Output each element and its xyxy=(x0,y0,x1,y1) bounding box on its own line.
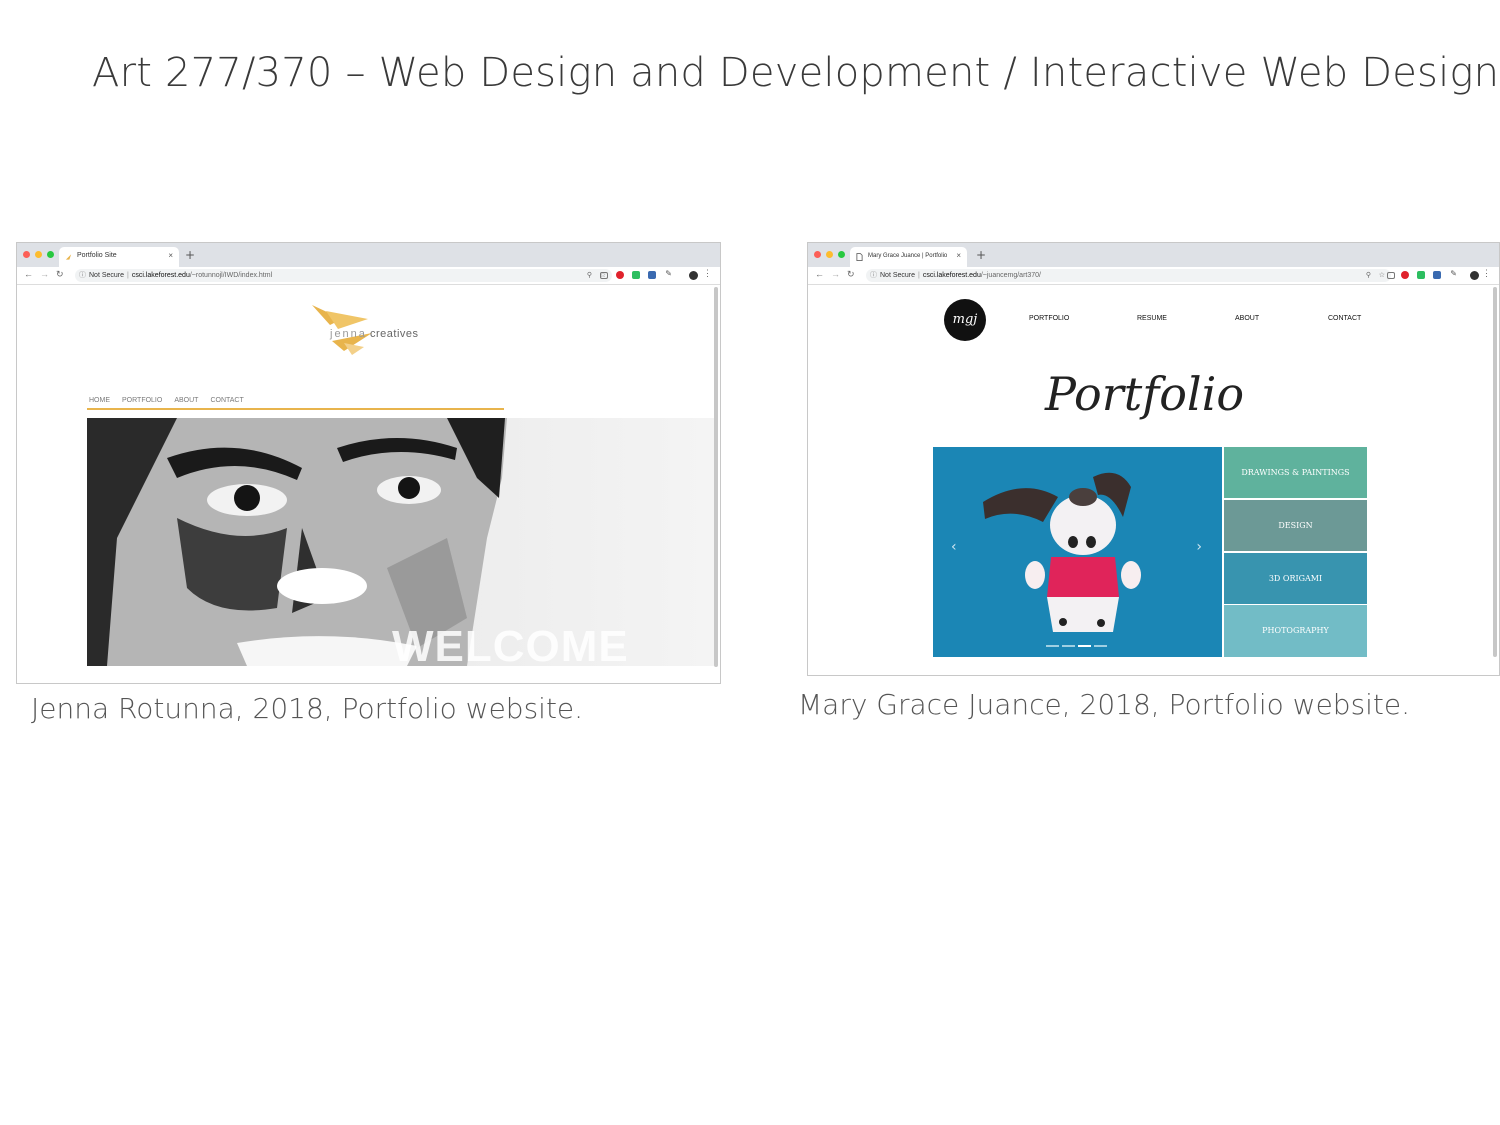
security-label: Not Secure xyxy=(880,272,916,279)
jenna-logo: jenna creatives xyxy=(312,303,422,363)
hero-welcome-text: WELCOME xyxy=(392,622,629,666)
logo-text-light: jenna xyxy=(330,328,367,340)
minimize-dot[interactable] xyxy=(826,251,833,258)
page-viewport: jenna creatives HOME PORTFOLIO ABOUT CON… xyxy=(17,285,720,683)
screenshot-mary-browser: Mary Grace Juance | Portfolio × + ← → ↻ … xyxy=(807,242,1500,676)
carousel-prev-icon[interactable]: ‹ xyxy=(951,539,957,555)
nav-about[interactable]: ABOUT xyxy=(1235,315,1259,322)
menu-icon[interactable]: ⋮ xyxy=(1482,268,1491,279)
browser-tab[interactable]: Portfolio Site × xyxy=(59,247,179,267)
opera-icon[interactable] xyxy=(616,271,624,279)
carousel-indicators xyxy=(1046,645,1107,647)
evernote-icon[interactable] xyxy=(632,271,640,279)
tab-close-icon[interactable]: × xyxy=(168,251,173,260)
security-label: Not Secure xyxy=(89,272,125,279)
nav-contact[interactable]: CONTACT xyxy=(1328,315,1361,322)
browser-tab[interactable]: Mary Grace Juance | Portfolio × xyxy=(850,247,967,267)
window-controls xyxy=(814,251,845,258)
url-host: csci.lakeforest.edu xyxy=(131,272,190,279)
address-bar[interactable]: ⓘ Not Secure | csci.lakeforest.edu/~juance… xyxy=(866,269,1391,282)
tile-drawings-paintings[interactable]: DRAWINGS & PAINTINGS xyxy=(1224,447,1367,498)
profile-icon[interactable] xyxy=(1470,271,1479,280)
tile-photography[interactable]: PHOTOGRAPHY xyxy=(1224,605,1367,657)
cast-icon[interactable] xyxy=(600,272,608,279)
tile-design[interactable]: DESIGN xyxy=(1224,500,1367,551)
forward-icon[interactable]: → xyxy=(831,269,840,279)
eyedropper-icon[interactable]: ✎ xyxy=(1450,269,1457,278)
slide-title: Art 277/370 – Web Design and Development… xyxy=(92,50,1500,96)
back-icon[interactable]: ← xyxy=(24,269,33,279)
bookmark-icon[interactable] xyxy=(648,271,656,279)
eyedropper-icon[interactable]: ✎ xyxy=(665,269,672,278)
back-icon[interactable]: ← xyxy=(815,269,824,279)
carousel-indicator[interactable] xyxy=(1094,645,1107,647)
scrollbar[interactable] xyxy=(714,287,718,667)
caption-right: Mary Grace Juance, 2018, Portfolio websi… xyxy=(798,688,1411,721)
close-dot[interactable] xyxy=(814,251,821,258)
logo-text-bold: creatives xyxy=(369,328,419,340)
nav-portfolio[interactable]: PORTFOLIO xyxy=(122,397,162,404)
url-host: csci.lakeforest.edu xyxy=(922,272,981,279)
reload-icon[interactable]: ↻ xyxy=(847,269,855,280)
browser-toolbar: ← → ↻ ⓘ Not Secure | csci.lakeforest.edu/~… xyxy=(808,267,1499,285)
new-tab-icon[interactable]: + xyxy=(185,248,195,262)
evernote-icon[interactable] xyxy=(1417,271,1425,279)
menu-icon[interactable]: ⋮ xyxy=(703,268,712,279)
tab-close-icon[interactable]: × xyxy=(956,251,961,260)
screenshot-jenna-browser: Portfolio Site × + ← → ↻ ⓘ Not Secure | cs… xyxy=(16,242,721,684)
page-viewport: mgj PORTFOLIO RESUME ABOUT CONTACT Portf… xyxy=(808,285,1499,675)
nav-about[interactable]: ABOUT xyxy=(174,397,198,404)
tile-3d-origami[interactable]: 3D ORIGAMI xyxy=(1224,553,1367,604)
zoom-icon[interactable]: ⚲ xyxy=(587,269,592,282)
cast-icon[interactable] xyxy=(1387,272,1395,279)
jenna-nav: HOME PORTFOLIO ABOUT CONTACT xyxy=(89,397,244,404)
caption-left: Jenna Rotunna, 2018, Portfolio website. xyxy=(31,692,584,725)
carousel-indicator[interactable] xyxy=(1062,645,1075,647)
profile-icon[interactable] xyxy=(689,271,698,280)
tab-bar: Mary Grace Juance | Portfolio × + xyxy=(808,243,1499,267)
browser-toolbar: ← → ↻ ⓘ Not Secure | csci.lakeforest.edu/~… xyxy=(17,267,720,285)
bookmark-icon[interactable] xyxy=(1433,271,1441,279)
forward-icon[interactable]: → xyxy=(40,269,49,279)
tab-title: Portfolio Site xyxy=(77,252,117,259)
url-path: /~juancemg/art370/ xyxy=(980,272,1041,279)
image-carousel[interactable]: ‹ › xyxy=(933,447,1222,657)
zoom-icon[interactable]: ⚲ xyxy=(1366,269,1371,282)
tab-bar: Portfolio Site × + xyxy=(17,243,720,267)
tab-title: Mary Grace Juance | Portfolio xyxy=(868,253,948,259)
info-icon[interactable]: ⓘ xyxy=(870,269,877,282)
close-dot[interactable] xyxy=(23,251,30,258)
favicon-icon xyxy=(65,254,72,260)
nav-contact[interactable]: CONTACT xyxy=(210,397,243,404)
info-icon[interactable]: ⓘ xyxy=(79,269,86,282)
mgj-logo[interactable]: mgj xyxy=(944,299,986,341)
opera-icon[interactable] xyxy=(1401,271,1409,279)
nav-resume[interactable]: RESUME xyxy=(1137,315,1167,322)
portfolio-heading: Portfolio xyxy=(1044,367,1245,421)
nav-underline xyxy=(87,408,504,410)
document-icon xyxy=(856,253,863,261)
maximize-dot[interactable] xyxy=(47,251,54,258)
hero-image: WELCOME xyxy=(87,418,715,666)
maximize-dot[interactable] xyxy=(838,251,845,258)
address-bar[interactable]: ⓘ Not Secure | csci.lakeforest.edu/~rotunn… xyxy=(75,269,612,282)
window-controls xyxy=(23,251,54,258)
nav-portfolio[interactable]: PORTFOLIO xyxy=(1029,315,1069,322)
scrollbar[interactable] xyxy=(1493,287,1497,657)
carousel-next-icon[interactable]: › xyxy=(1196,539,1202,555)
reload-icon[interactable]: ↻ xyxy=(56,269,64,280)
new-tab-icon[interactable]: + xyxy=(976,248,986,262)
carousel-indicator-active[interactable] xyxy=(1078,645,1091,647)
star-icon[interactable]: ☆ xyxy=(1379,269,1385,282)
origami-figure-image xyxy=(983,472,1141,632)
url-path: /~rotunnojl/IWD/index.html xyxy=(189,272,273,279)
carousel-indicator[interactable] xyxy=(1046,645,1059,647)
minimize-dot[interactable] xyxy=(35,251,42,258)
nav-home[interactable]: HOME xyxy=(89,397,110,404)
